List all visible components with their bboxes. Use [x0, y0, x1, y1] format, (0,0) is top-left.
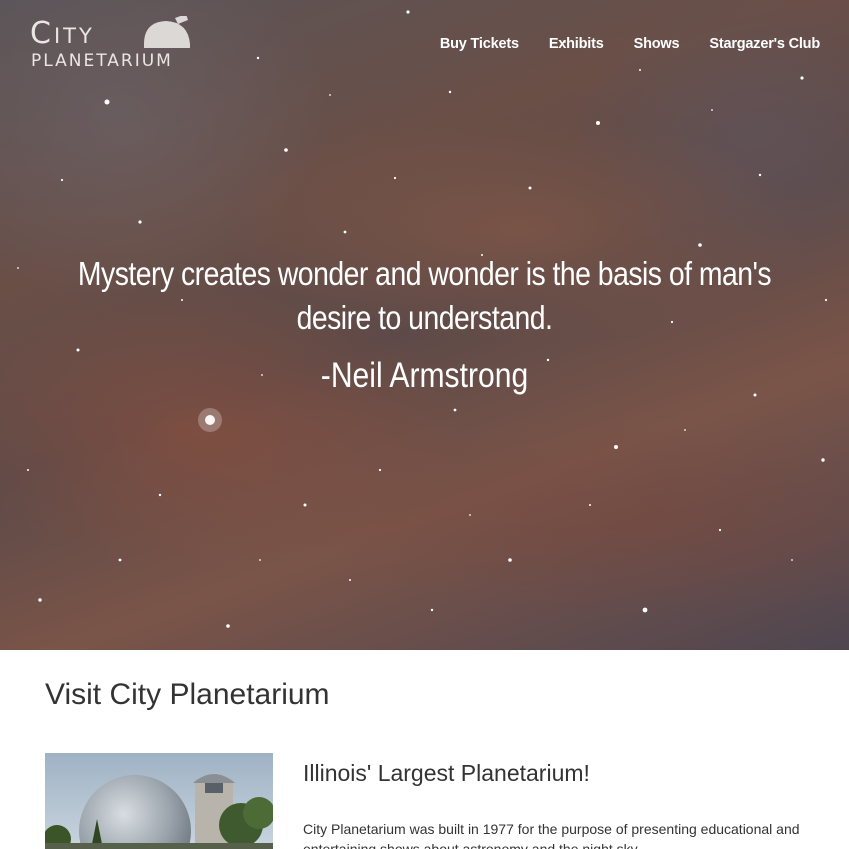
logo-planetarium-text: Planetarium: [31, 51, 173, 71]
hero-banner: City Planetarium Buy Tickets Exhibits Sh…: [0, 0, 849, 650]
nav-exhibits[interactable]: Exhibits: [549, 36, 604, 52]
nav-stargazers-club[interactable]: Stargazer's Club: [709, 36, 820, 52]
planetarium-building-image: [45, 753, 273, 849]
observatory-dome-icon: [144, 16, 190, 48]
main-navigation: Buy Tickets Exhibits Shows Stargazer's C…: [440, 36, 820, 52]
site-logo[interactable]: City Planetarium: [30, 14, 220, 74]
hero-quote-author: -Neil Armstrong: [320, 356, 529, 395]
nav-buy-tickets[interactable]: Buy Tickets: [440, 36, 519, 52]
feature-description: City Planetarium was built in 1977 for t…: [303, 821, 800, 849]
logo-city-text: City: [30, 16, 95, 51]
hero-quote: Mystery creates wonder and wonder is the…: [77, 255, 772, 336]
nav-shows[interactable]: Shows: [634, 36, 680, 52]
section-title: Visit City Planetarium: [45, 678, 330, 711]
planetarium-photo: [45, 753, 273, 849]
feature-title: Illinois' Largest Planetarium!: [303, 760, 590, 786]
